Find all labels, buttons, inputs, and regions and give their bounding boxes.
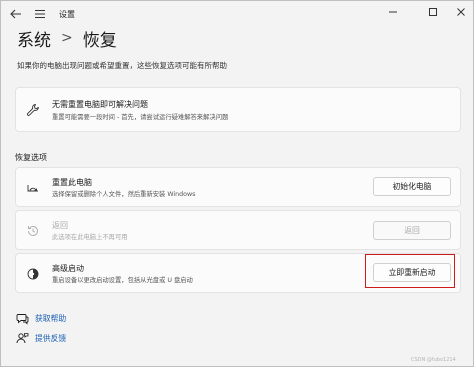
give-feedback-label[interactable]: 提供反馈 xyxy=(35,333,66,344)
go-back-title: 返回 xyxy=(52,221,68,230)
feedback-icon xyxy=(15,331,29,345)
go-back-description: 此选项在此电脑上不再可用 xyxy=(52,234,128,241)
go-back-button: 返回 xyxy=(373,221,451,240)
troubleshoot-card: 无需重置电脑即可解决问题 重置可能需要一段时间 - 首先，请尝试运行疑难解答来解… xyxy=(15,87,461,132)
page-subtitle: 如果你的电脑出现问题或希望重置，这些恢复选项可能有所帮助 xyxy=(17,61,227,70)
go-back-card: 返回 此选项在此电脑上不再可用 返回 xyxy=(15,210,461,250)
troubleshoot-title: 无需重置电脑即可解决问题 xyxy=(52,100,148,109)
reset-pc-title: 重置此电脑 xyxy=(52,178,92,187)
back-arrow-icon[interactable] xyxy=(7,5,25,23)
hamburger-menu-icon[interactable] xyxy=(31,5,49,23)
advanced-startup-description: 重启设备以更改启动设置，包括从光盘或 U 盘启动 xyxy=(52,277,193,284)
title-bar: 设置 xyxy=(1,1,474,27)
get-help-link[interactable]: 获取帮助 xyxy=(15,311,66,325)
reset-pc-icon xyxy=(24,179,42,197)
advanced-startup-icon xyxy=(24,265,42,283)
wrench-icon xyxy=(24,101,42,119)
breadcrumb-parent[interactable]: 系统 xyxy=(17,26,51,51)
reset-pc-description: 选择保留或删除个人文件，然后重新安装 Windows xyxy=(52,191,196,198)
reset-pc-button[interactable]: 初始化电脑 xyxy=(373,177,451,196)
breadcrumb: 系统 > 恢复 xyxy=(17,25,117,51)
give-feedback-link[interactable]: 提供反馈 xyxy=(15,331,66,345)
reset-pc-card: 重置此电脑 选择保留或删除个人文件，然后重新安装 Windows 初始化电脑 xyxy=(15,167,461,207)
breadcrumb-separator: > xyxy=(61,30,73,46)
troubleshoot-description: 重置可能需要一段时间 - 首先，请尝试运行疑难解答来解决问题 xyxy=(52,114,229,121)
history-icon xyxy=(24,222,42,240)
app-title: 设置 xyxy=(59,10,75,19)
minimize-icon[interactable] xyxy=(379,3,407,21)
close-icon[interactable] xyxy=(447,3,474,21)
maximize-icon[interactable] xyxy=(419,3,447,21)
highlight-annotation-box xyxy=(365,254,455,288)
settings-window: 设置 系统 > 恢复 如果你的电脑出现问题或希望重置，这些恢复选项可能有所帮助 … xyxy=(0,0,474,367)
page-title: 恢复 xyxy=(82,30,117,51)
advanced-startup-title: 高级启动 xyxy=(52,264,84,273)
help-chat-icon xyxy=(15,311,29,325)
recovery-section-label: 恢复选项 xyxy=(15,153,47,162)
get-help-label[interactable]: 获取帮助 xyxy=(35,313,66,324)
watermark: CSDN @fubo1214 xyxy=(411,357,456,363)
